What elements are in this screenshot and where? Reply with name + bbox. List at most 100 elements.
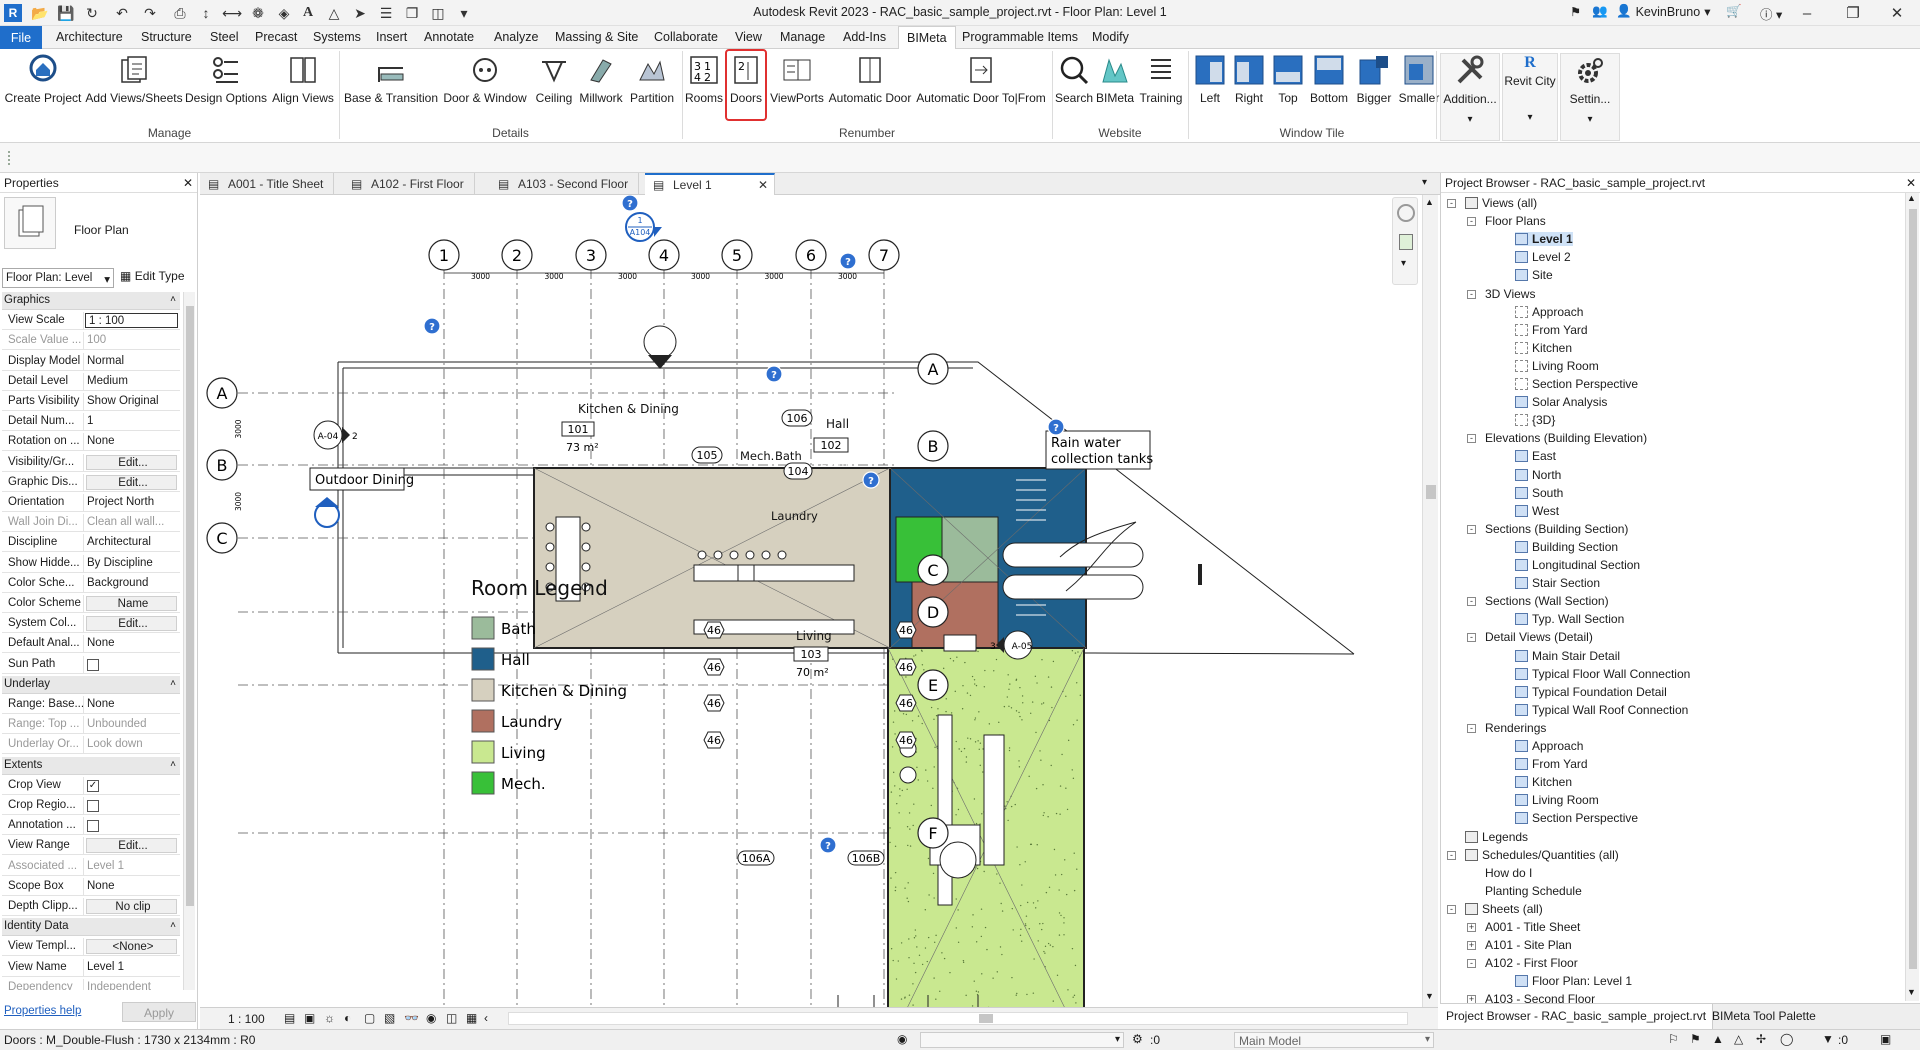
tab-a001-title-sheet[interactable]: ▤ A001 - Title Sheet (200, 173, 335, 195)
property-value[interactable]: <None> (86, 939, 177, 955)
section-icon[interactable]: ➤ (350, 3, 370, 23)
renumber-doors-button[interactable]: 2 Doors (725, 49, 767, 121)
sync-icon[interactable]: ↻ (82, 3, 102, 23)
zoom-region-icon[interactable] (1399, 234, 1413, 250)
browser-node[interactable]: Site (1515, 268, 1553, 282)
property-value[interactable]: Edit... (86, 616, 177, 632)
align-views-button[interactable]: Align Views (270, 53, 336, 113)
property-value[interactable]: None (84, 635, 180, 652)
property-value[interactable]: Background (84, 575, 180, 592)
save-icon[interactable]: 💾 (56, 3, 76, 23)
expand-toggle-icon[interactable]: + (1467, 941, 1476, 951)
tab-annotate[interactable]: Annotate (424, 30, 474, 44)
select-underlay-icon[interactable]: ⚑ (1690, 1032, 1701, 1046)
close-hidden-windows-icon[interactable]: ❐ (402, 3, 422, 23)
browser-node[interactable]: Sections (Wall Section) (1485, 594, 1609, 608)
property-value[interactable]: Medium (84, 373, 180, 390)
tab-view[interactable]: View (735, 30, 762, 44)
tab-bimeta[interactable]: BIMeta (898, 26, 956, 49)
browser-node[interactable]: Stair Section (1515, 576, 1600, 590)
room-bath[interactable] (941, 516, 999, 583)
tab-a102-first-floor[interactable]: ▤ A102 - First Floor (343, 173, 475, 195)
tab-massing-site[interactable]: Massing & Site (555, 30, 638, 44)
millwork-button[interactable]: Millwork (578, 53, 624, 113)
addition-tools-button[interactable]: Addition... ▾ (1440, 53, 1500, 141)
apply-button[interactable]: Apply (122, 1002, 196, 1022)
browser-node[interactable]: Elevations (Building Elevation) (1485, 431, 1647, 445)
thin-lines-icon[interactable]: ☰ (376, 3, 396, 23)
browser-node[interactable]: Sheets (all) (1465, 902, 1543, 916)
temporary-hide-icon[interactable]: 👓 (404, 1011, 419, 1025)
collapse-icon[interactable]: ˄ (170, 759, 176, 770)
browser-node[interactable]: From Yard (1515, 323, 1588, 337)
tab-programmable-items[interactable]: Programmable Items (962, 30, 1078, 44)
tab-add-ins[interactable]: Add-Ins (843, 30, 886, 44)
partition-button[interactable]: Partition (626, 53, 678, 113)
options-bar-grip-icon[interactable] (8, 151, 16, 165)
property-value[interactable]: Architectural (84, 534, 180, 551)
browser-node[interactable]: North (1515, 468, 1561, 482)
checkbox[interactable] (87, 820, 99, 833)
customize-toolbar-icon[interactable]: ▾ (454, 3, 474, 23)
switch-windows-icon[interactable]: ◫ (428, 3, 448, 23)
collapse-icon[interactable]: ˄ (170, 678, 176, 689)
settings-button[interactable]: Settin... ▾ (1560, 53, 1620, 141)
property-value[interactable] (84, 817, 180, 834)
tab-collaborate[interactable]: Collaborate (654, 30, 718, 44)
tab-bimeta-tool-palette[interactable]: BIMeta Tool Palette (1706, 1004, 1822, 1030)
scroll-down-icon[interactable]: ▼ (1425, 991, 1434, 1001)
base-transition-button[interactable]: Base & Transition (344, 53, 438, 113)
automatic-door-button[interactable]: Automatic Door (826, 53, 914, 113)
checkbox[interactable]: ✓ (87, 779, 99, 792)
edit-type-button[interactable]: ▦ Edit Type (120, 269, 185, 283)
browser-node[interactable]: Floor Plan: Level 1 (1515, 974, 1632, 988)
close-icon[interactable]: ✕ (183, 176, 193, 190)
tab-systems[interactable]: Systems (313, 30, 361, 44)
browser-node[interactable]: Approach (1515, 305, 1583, 319)
tile-left-button[interactable]: Left (1192, 53, 1228, 113)
scroll-down-icon[interactable]: ▼ (1907, 987, 1916, 997)
aligned-dimension-icon[interactable]: ⟷ (222, 3, 242, 23)
collapse-toggle-icon[interactable]: - (1467, 434, 1476, 444)
collapse-toggle-icon[interactable]: - (1467, 597, 1476, 607)
tabs-overflow-icon[interactable]: ▾ (1422, 177, 1427, 188)
sun-path-icon[interactable]: ☼ (324, 1011, 335, 1025)
collapse-toggle-icon[interactable]: - (1467, 959, 1476, 969)
tile-right-button[interactable]: Right (1230, 53, 1268, 113)
browser-node[interactable]: Views (all) (1465, 196, 1537, 210)
automatic-door-tofrom-button[interactable]: Automatic Door To|From (914, 53, 1048, 113)
user-menu[interactable]: 👤 KevinBruno ▾ (1616, 4, 1710, 19)
background-process-icon[interactable]: ◯ (1780, 1032, 1793, 1046)
collapse-toggle-icon[interactable]: - (1467, 723, 1476, 733)
collapse-toggle-icon[interactable]: - (1467, 217, 1476, 227)
browser-node[interactable]: Main Stair Detail (1515, 649, 1620, 663)
browser-node[interactable]: Detail Views (Detail) (1485, 630, 1593, 644)
browser-node[interactable]: Typical Floor Wall Connection (1515, 667, 1690, 681)
collapse-toggle-icon[interactable]: - (1467, 524, 1476, 534)
browser-node[interactable]: Level 2 (1515, 250, 1571, 264)
collapse-toggle-icon[interactable]: - (1447, 904, 1456, 914)
scroll-thumb[interactable] (186, 306, 194, 906)
canvas-vertical-scrollbar[interactable]: ▲ ▼ (1422, 195, 1438, 1007)
property-value[interactable]: Edit... (86, 454, 177, 470)
browser-node[interactable]: Solar Analysis (1515, 395, 1607, 409)
collapse-toggle-icon[interactable]: - (1467, 289, 1476, 299)
tile-top-button[interactable]: Top (1270, 53, 1306, 113)
training-button[interactable]: Training (1138, 53, 1184, 113)
redo-icon[interactable]: ↷ (140, 3, 160, 23)
renumber-rooms-button[interactable]: 3142 Rooms (685, 53, 723, 113)
design-option-selector[interactable]: Main Model ▾ (1234, 1032, 1434, 1048)
restore-button[interactable]: ❐ (1830, 0, 1876, 26)
crop-view-icon[interactable]: ▢ (364, 1011, 375, 1025)
browser-node[interactable]: Living Room (1515, 793, 1599, 807)
property-value[interactable] (84, 656, 180, 673)
browser-scrollbar[interactable]: ▲ ▼ (1905, 193, 1919, 1001)
share-icon[interactable]: 👥 (1592, 4, 1608, 19)
select-pinned-icon[interactable]: ▲ (1712, 1032, 1724, 1046)
tile-bottom-button[interactable]: Bottom (1306, 53, 1352, 113)
create-project-button[interactable]: Create Project (4, 53, 82, 113)
browser-node[interactable]: Section Perspective (1515, 377, 1638, 391)
properties-help-link[interactable]: Properties help (4, 1005, 81, 1017)
tab-project-browser[interactable]: Project Browser - RAC_basic_sample_proje… (1440, 1004, 1714, 1030)
tab-insert[interactable]: Insert (376, 30, 407, 44)
